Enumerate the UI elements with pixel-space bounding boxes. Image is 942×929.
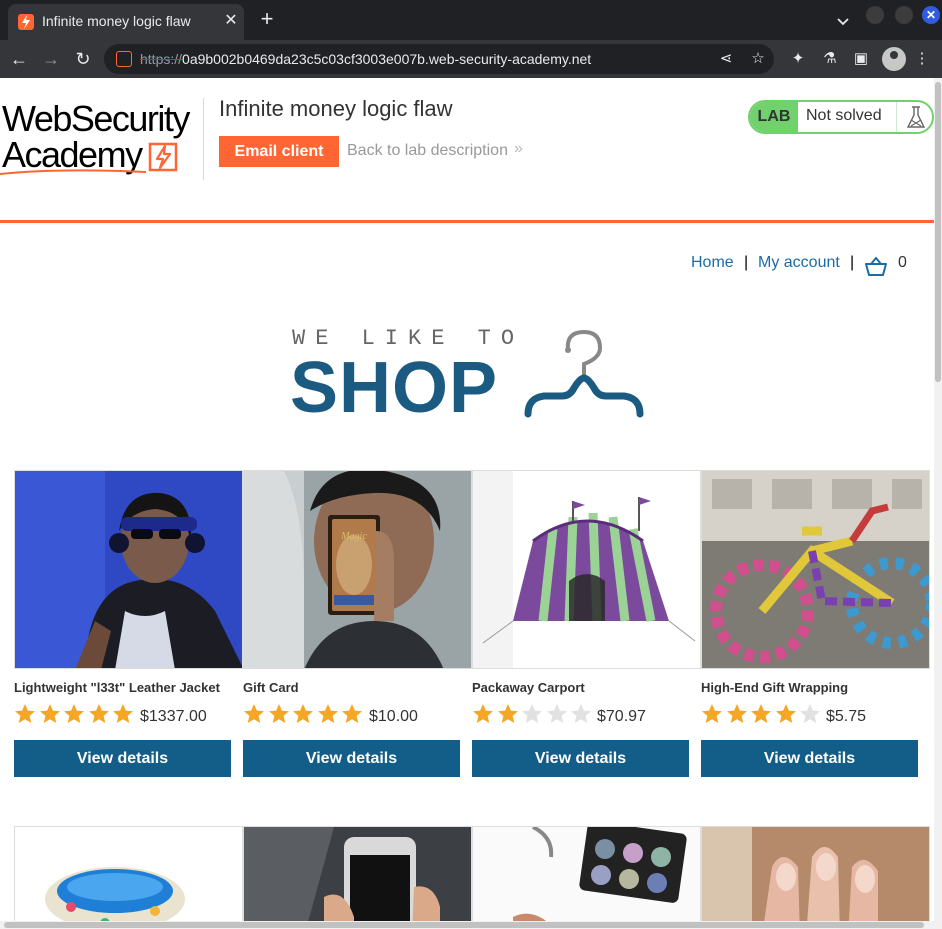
nav-home-link[interactable]: Home: [691, 254, 734, 276]
vertical-scroll-thumb[interactable]: [935, 82, 941, 382]
product-image[interactable]: [701, 826, 930, 929]
star-filled-icon: [64, 704, 84, 723]
url-scheme: https://: [140, 51, 183, 67]
extensions-puzzle-icon[interactable]: ✦: [788, 49, 808, 69]
product-name: High-End Gift Wrapping: [701, 680, 849, 695]
star-empty-icon: [571, 704, 591, 723]
product-name: Packaway Carport: [472, 680, 585, 695]
logo-underline-swoosh: [0, 169, 147, 175]
side-panel-icon[interactable]: ▣: [851, 49, 871, 69]
email-client-button[interactable]: Email client: [219, 136, 339, 167]
product-image[interactable]: [701, 470, 930, 669]
flask-icon: [896, 102, 932, 132]
banner-shop-word: SHOP: [290, 348, 499, 428]
nav-my-account-link[interactable]: My account: [758, 254, 840, 276]
star-filled-icon: [268, 704, 289, 723]
bookmark-star-icon[interactable]: ☆: [748, 49, 768, 69]
product-image[interactable]: [14, 826, 243, 929]
view-details-button[interactable]: View details: [472, 740, 689, 777]
tab-search-chevron-icon[interactable]: [834, 12, 852, 30]
view-details-button[interactable]: View details: [243, 740, 460, 777]
new-tab-icon[interactable]: +: [256, 8, 278, 30]
star-filled-icon: [113, 704, 133, 723]
lab-status-text: Not solved: [806, 107, 882, 124]
browser-tabbar: Infinite money logic flaw ✕ + ✕: [0, 0, 942, 40]
reload-icon[interactable]: ↻: [72, 48, 94, 70]
we-like-to-shop-banner: WE LIKE TO SHOP: [290, 322, 650, 428]
labs-beaker-icon[interactable]: ⚗: [820, 49, 840, 69]
view-details-button[interactable]: View details: [14, 740, 231, 777]
url-text[interactable]: https://0a9b002b0469da23c5c03cf3003e007b…: [140, 51, 591, 67]
browser-tab[interactable]: Infinite money logic flaw ✕: [8, 4, 244, 40]
star-filled-icon: [702, 704, 722, 723]
star-filled-icon: [473, 704, 493, 723]
product-price: $1337.00: [140, 708, 207, 725]
star-empty-icon: [800, 704, 820, 723]
star-empty-icon: [546, 704, 567, 723]
lab-title: Infinite money logic flaw: [219, 96, 453, 121]
star-filled-icon: [293, 704, 313, 723]
product-price: $70.97: [597, 708, 646, 725]
svg-text:Magic: Magic: [340, 531, 367, 542]
basket-icon[interactable]: [864, 256, 888, 278]
profile-avatar[interactable]: [882, 47, 906, 71]
back-to-lab-description-link[interactable]: Back to lab description: [347, 142, 508, 160]
nav-separator: |: [850, 254, 855, 271]
forward-arrow-icon[interactable]: →: [40, 48, 62, 70]
star-filled-icon: [497, 704, 518, 723]
header-orange-rule: [0, 220, 934, 223]
lab-status-widget: LAB Not solved: [748, 100, 934, 134]
product-name: Gift Card: [243, 680, 299, 695]
back-arrow-icon[interactable]: ←: [8, 48, 30, 70]
share-icon[interactable]: ⋖: [716, 49, 736, 69]
star-filled-icon: [39, 704, 60, 723]
product-name: Lightweight "l33t" Leather Jacket: [14, 680, 220, 695]
minimize-button[interactable]: [866, 6, 884, 24]
product-image[interactable]: [243, 826, 472, 929]
site-info-icon[interactable]: [116, 51, 132, 67]
star-filled-icon: [726, 704, 747, 723]
product-price: $10.00: [369, 708, 418, 725]
maximize-button[interactable]: [895, 6, 913, 24]
star-filled-icon: [775, 704, 796, 723]
tab-title: Infinite money logic flaw: [42, 13, 191, 29]
web-security-academy-logo[interactable]: WebSecurity Academy: [2, 98, 202, 178]
star-filled-icon: [15, 704, 35, 723]
tab-close-icon[interactable]: ✕: [222, 12, 240, 30]
back-chevron-icon: »: [514, 140, 523, 157]
star-filled-icon: [751, 704, 771, 723]
product-image[interactable]: [472, 470, 701, 669]
star-empty-icon: [522, 704, 542, 723]
url-host: 0a9b002b0469da23c5c03cf3003e007b.web-sec…: [182, 51, 592, 67]
browser-toolbar: ← → ↻ https://0a9b002b0469da23c5c03cf300…: [0, 40, 942, 78]
star-filled-icon: [342, 704, 362, 723]
product-image[interactable]: [14, 470, 243, 669]
product-price: $5.75: [826, 708, 867, 725]
star-filled-icon: [244, 704, 264, 723]
lab-badge: LAB: [750, 102, 798, 132]
star-filled-icon: [88, 704, 109, 723]
tab-favicon-icon: [18, 14, 34, 30]
page-content: WebSecurity Academy Infinite money logic…: [0, 78, 934, 929]
horizontal-scroll-thumb[interactable]: [4, 922, 924, 928]
view-details-button[interactable]: View details: [701, 740, 918, 777]
nav-separator: |: [744, 254, 749, 271]
product-image[interactable]: [472, 826, 701, 929]
cart-count[interactable]: 0: [898, 254, 907, 276]
kebab-menu-icon[interactable]: ⋮: [912, 49, 932, 69]
star-filled-icon: [317, 704, 338, 723]
header-divider: [203, 98, 204, 180]
address-bar[interactable]: https://0a9b002b0469da23c5c03cf3003e007b…: [104, 44, 774, 74]
close-window-button[interactable]: ✕: [922, 6, 940, 24]
product-image[interactable]: Magic: [243, 470, 472, 669]
clothes-hanger-icon: [524, 329, 644, 418]
logo-bolt-icon: [148, 142, 178, 172]
